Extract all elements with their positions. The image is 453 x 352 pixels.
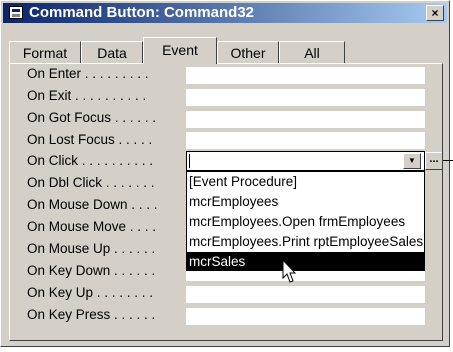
tab-other[interactable]: Other — [217, 41, 279, 63]
option-mcr-employees-open[interactable]: mcrEmployees.Open frmEmployees — [187, 212, 424, 232]
tab-all[interactable]: All — [279, 41, 345, 63]
tab-event[interactable]: Event — [143, 37, 217, 64]
option-mcr-sales[interactable]: mcrSales — [187, 252, 424, 270]
option-event-procedure[interactable]: [Event Procedure] — [187, 172, 424, 192]
option-mcr-employees[interactable]: mcrEmployees — [187, 192, 424, 212]
option-mcr-employees-print[interactable]: mcrEmployees.Print rptEmployeeSales — [187, 232, 424, 252]
tab-format[interactable]: Format — [9, 41, 81, 63]
close-button[interactable]: × — [426, 5, 444, 21]
tab-data[interactable]: Data — [81, 41, 143, 63]
mouse-pointer-icon — [282, 259, 297, 283]
properties-icon — [9, 6, 23, 19]
on-click-dropdown-list: [Event Procedure] mcrEmployees mcrEmploy… — [186, 171, 425, 271]
title-bar[interactable]: Command Button: Command32 × — [3, 3, 447, 23]
builder-connector-line — [443, 160, 453, 161]
window-title: Command Button: Command32 — [29, 4, 254, 21]
